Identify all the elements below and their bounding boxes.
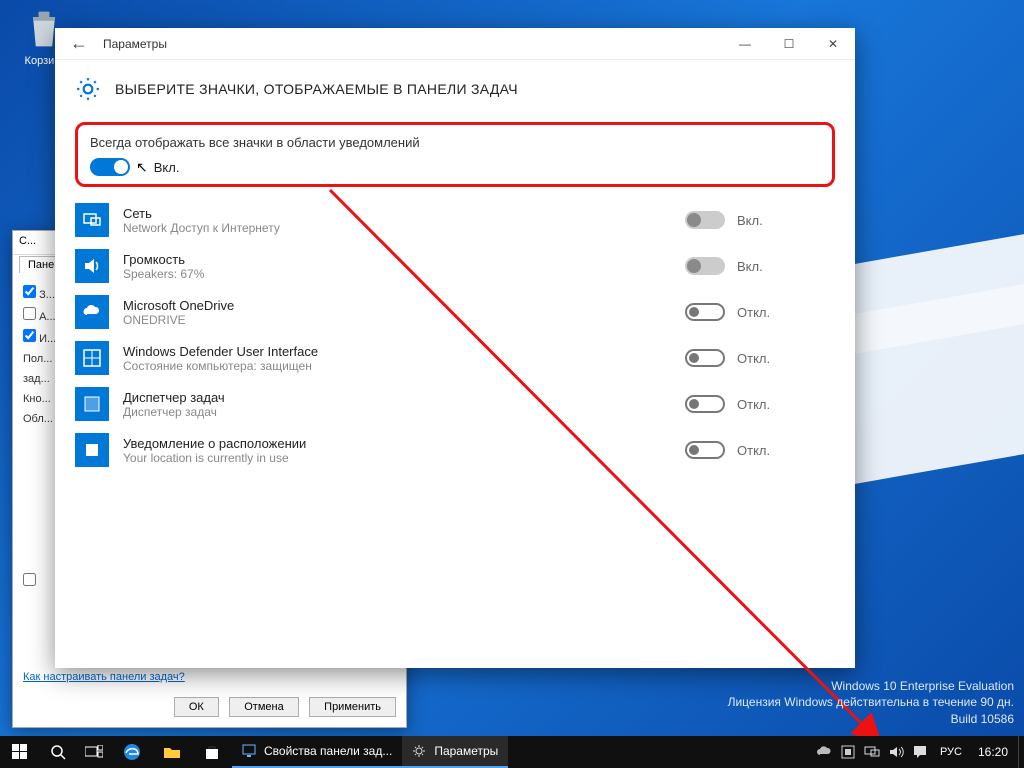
taskbar-edge[interactable] (112, 736, 152, 768)
task-view-button[interactable] (76, 736, 112, 768)
master-toggle[interactable] (90, 158, 130, 176)
cursor-icon: ↖ (136, 159, 148, 176)
propsheet-chk3[interactable] (23, 329, 36, 342)
tray-volume-icon[interactable] (888, 744, 904, 760)
item-toggle[interactable] (685, 441, 725, 459)
propsheet-chk1[interactable] (23, 285, 36, 298)
app-tile-icon (75, 249, 109, 283)
tray-network-icon[interactable] (864, 744, 880, 760)
settings-window[interactable]: ← Параметры — ☐ ✕ ВЫБЕРИТЕ ЗНАЧКИ, ОТОБР… (55, 28, 855, 668)
taskbar-language[interactable]: РУС (934, 746, 968, 758)
item-title: Диспетчер задач (123, 390, 671, 405)
item-toggle[interactable] (685, 303, 725, 321)
master-toggle-state: Вкл. (154, 160, 180, 175)
item-toggle[interactable] (685, 349, 725, 367)
app-tile-icon (75, 203, 109, 237)
minimize-button[interactable]: — (723, 28, 767, 60)
close-button[interactable]: ✕ (811, 28, 855, 60)
item-toggle-state: Вкл. (737, 213, 763, 228)
page-heading: ВЫБЕРИТЕ ЗНАЧКИ, ОТОБРАЖАЕМЫЕ В ПАНЕЛИ З… (115, 81, 518, 97)
taskbar-task-settings[interactable]: Параметры (402, 736, 508, 768)
item-subtitle: Speakers: 67% (123, 267, 671, 281)
app-tile-icon (75, 387, 109, 421)
back-button[interactable]: ← (55, 33, 103, 54)
app-tile-icon (75, 295, 109, 329)
edge-icon (123, 743, 141, 761)
propsheet-cancel-button[interactable]: Отмена (229, 697, 298, 717)
taskbar-search[interactable] (40, 736, 76, 768)
item-toggle-state: Откл. (737, 351, 770, 366)
task-view-icon (85, 745, 103, 759)
item-toggle-state: Откл. (737, 397, 770, 412)
taskbar[interactable]: Свойства панели зад... Параметры РУС 16:… (0, 736, 1024, 768)
tray-icon-row: Уведомление о расположенииYour location … (75, 427, 835, 473)
app-tile-icon (75, 433, 109, 467)
system-tray[interactable] (816, 744, 934, 760)
tray-action-center-icon[interactable] (912, 744, 928, 760)
item-subtitle: Network Доступ к Интернету (123, 221, 671, 235)
show-desktop-button[interactable] (1018, 736, 1024, 768)
item-toggle[interactable] (685, 211, 725, 229)
settings-titlebar: ← Параметры — ☐ ✕ (55, 28, 855, 60)
taskbar-store[interactable] (192, 736, 232, 768)
item-toggle[interactable] (685, 395, 725, 413)
taskbar-task-properties[interactable]: Свойства панели зад... (232, 736, 402, 768)
tray-icon-row: Microsoft OneDriveONEDRIVE Откл. (75, 289, 835, 335)
item-subtitle: Диспетчер задач (123, 405, 671, 419)
maximize-button[interactable]: ☐ (767, 28, 811, 60)
item-toggle-state: Откл. (737, 305, 770, 320)
item-subtitle: Состояние компьютера: защищен (123, 359, 671, 373)
app-tile-icon (75, 341, 109, 375)
start-button[interactable] (0, 736, 40, 768)
gear-small-icon (412, 744, 426, 758)
store-icon (204, 744, 220, 760)
gear-icon (75, 76, 101, 102)
windows-watermark: Windows 10 Enterprise Evaluation Лицензи… (728, 678, 1014, 728)
windows-logo-icon (12, 744, 28, 760)
item-toggle-state: Откл. (737, 443, 770, 458)
taskbar-clock[interactable]: 16:20 (968, 745, 1018, 759)
propsheet-chk2[interactable] (23, 307, 36, 320)
propsheet-chk-bottom[interactable] (23, 573, 36, 586)
item-subtitle: Your location is currently in use (123, 451, 671, 465)
annotation-highlight: Всегда отображать все значки в области у… (75, 122, 835, 187)
search-icon (50, 744, 66, 760)
tray-defender-icon[interactable] (840, 744, 856, 760)
tray-icon-row: Windows Defender User InterfaceСостояние… (75, 335, 835, 381)
item-title: Сеть (123, 206, 671, 221)
propsheet-apply-button[interactable]: Применить (309, 697, 396, 717)
item-title: Windows Defender User Interface (123, 344, 671, 359)
monitor-icon (242, 744, 256, 758)
tray-icon-row: Диспетчер задачДиспетчер задач Откл. (75, 381, 835, 427)
propsheet-title: С... (19, 235, 36, 247)
propsheet-help-link[interactable]: Как настраивать панели задач? (23, 671, 185, 683)
taskbar-explorer[interactable] (152, 736, 192, 768)
tray-onedrive-icon[interactable] (816, 744, 832, 760)
tray-icon-row: ГромкостьSpeakers: 67% Вкл. (75, 243, 835, 289)
item-title: Уведомление о расположении (123, 436, 671, 451)
item-toggle-state: Вкл. (737, 259, 763, 274)
item-subtitle: ONEDRIVE (123, 313, 671, 327)
item-toggle[interactable] (685, 257, 725, 275)
window-title: Параметры (103, 37, 723, 51)
tray-icon-row: СетьNetwork Доступ к Интернету Вкл. (75, 197, 835, 243)
item-title: Microsoft OneDrive (123, 298, 671, 313)
master-toggle-label: Всегда отображать все значки в области у… (90, 135, 820, 150)
item-title: Громкость (123, 252, 671, 267)
propsheet-ok-button[interactable]: ОК (174, 697, 219, 717)
folder-icon (163, 745, 181, 759)
